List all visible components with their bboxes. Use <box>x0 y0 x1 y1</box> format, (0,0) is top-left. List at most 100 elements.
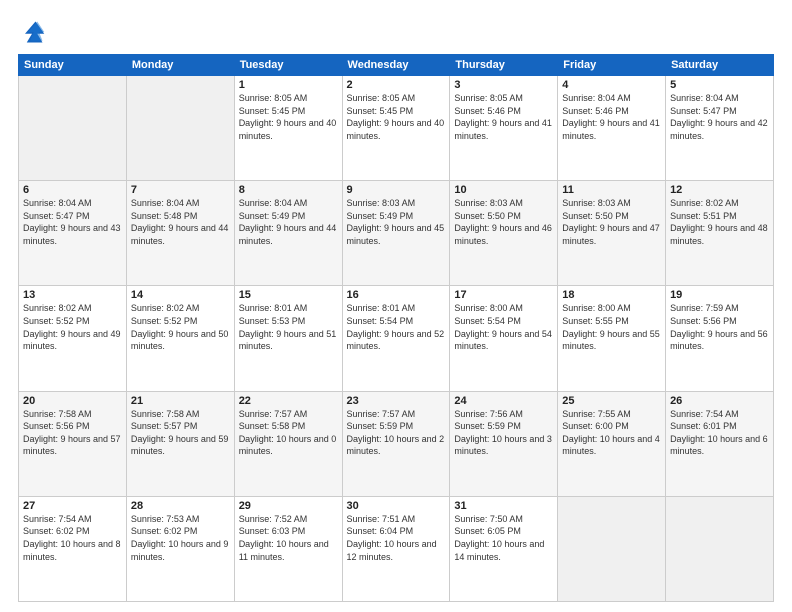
calendar-cell: 22Sunrise: 7:57 AM Sunset: 5:58 PM Dayli… <box>234 391 342 496</box>
calendar-cell: 17Sunrise: 8:00 AM Sunset: 5:54 PM Dayli… <box>450 286 558 391</box>
day-detail: Sunrise: 8:04 AM Sunset: 5:47 PM Dayligh… <box>670 92 769 142</box>
day-detail: Sunrise: 8:00 AM Sunset: 5:54 PM Dayligh… <box>454 302 553 352</box>
calendar-cell: 9Sunrise: 8:03 AM Sunset: 5:49 PM Daylig… <box>342 181 450 286</box>
calendar-cell: 23Sunrise: 7:57 AM Sunset: 5:59 PM Dayli… <box>342 391 450 496</box>
logo-icon <box>18 18 46 46</box>
calendar-cell: 16Sunrise: 8:01 AM Sunset: 5:54 PM Dayli… <box>342 286 450 391</box>
day-detail: Sunrise: 7:54 AM Sunset: 6:01 PM Dayligh… <box>670 408 769 458</box>
day-number: 27 <box>23 500 122 512</box>
calendar-cell: 18Sunrise: 8:00 AM Sunset: 5:55 PM Dayli… <box>558 286 666 391</box>
day-number: 7 <box>131 184 230 196</box>
calendar-week-row: 1Sunrise: 8:05 AM Sunset: 5:45 PM Daylig… <box>19 76 774 181</box>
page: SundayMondayTuesdayWednesdayThursdayFrid… <box>0 0 792 612</box>
calendar-cell: 15Sunrise: 8:01 AM Sunset: 5:53 PM Dayli… <box>234 286 342 391</box>
day-detail: Sunrise: 7:53 AM Sunset: 6:02 PM Dayligh… <box>131 513 230 563</box>
day-number: 4 <box>562 79 661 91</box>
weekday-header: Sunday <box>19 55 127 76</box>
day-detail: Sunrise: 8:04 AM Sunset: 5:49 PM Dayligh… <box>239 197 338 247</box>
calendar-cell <box>666 496 774 601</box>
day-detail: Sunrise: 8:00 AM Sunset: 5:55 PM Dayligh… <box>562 302 661 352</box>
weekday-header: Tuesday <box>234 55 342 76</box>
calendar-cell: 1Sunrise: 8:05 AM Sunset: 5:45 PM Daylig… <box>234 76 342 181</box>
calendar-week-row: 27Sunrise: 7:54 AM Sunset: 6:02 PM Dayli… <box>19 496 774 601</box>
day-detail: Sunrise: 8:03 AM Sunset: 5:49 PM Dayligh… <box>347 197 446 247</box>
calendar-header-row: SundayMondayTuesdayWednesdayThursdayFrid… <box>19 55 774 76</box>
calendar-cell: 4Sunrise: 8:04 AM Sunset: 5:46 PM Daylig… <box>558 76 666 181</box>
calendar-cell: 12Sunrise: 8:02 AM Sunset: 5:51 PM Dayli… <box>666 181 774 286</box>
day-number: 30 <box>347 500 446 512</box>
calendar-cell: 3Sunrise: 8:05 AM Sunset: 5:46 PM Daylig… <box>450 76 558 181</box>
calendar-cell: 25Sunrise: 7:55 AM Sunset: 6:00 PM Dayli… <box>558 391 666 496</box>
header <box>18 18 774 46</box>
day-number: 10 <box>454 184 553 196</box>
calendar-cell: 27Sunrise: 7:54 AM Sunset: 6:02 PM Dayli… <box>19 496 127 601</box>
calendar-cell: 14Sunrise: 8:02 AM Sunset: 5:52 PM Dayli… <box>126 286 234 391</box>
calendar-week-row: 20Sunrise: 7:58 AM Sunset: 5:56 PM Dayli… <box>19 391 774 496</box>
weekday-header: Wednesday <box>342 55 450 76</box>
day-number: 19 <box>670 289 769 301</box>
calendar-cell: 31Sunrise: 7:50 AM Sunset: 6:05 PM Dayli… <box>450 496 558 601</box>
calendar-cell: 7Sunrise: 8:04 AM Sunset: 5:48 PM Daylig… <box>126 181 234 286</box>
calendar-table: SundayMondayTuesdayWednesdayThursdayFrid… <box>18 54 774 602</box>
logo <box>18 18 50 46</box>
weekday-header: Thursday <box>450 55 558 76</box>
day-number: 23 <box>347 395 446 407</box>
day-detail: Sunrise: 8:03 AM Sunset: 5:50 PM Dayligh… <box>562 197 661 247</box>
calendar-cell: 29Sunrise: 7:52 AM Sunset: 6:03 PM Dayli… <box>234 496 342 601</box>
day-number: 22 <box>239 395 338 407</box>
calendar-cell: 2Sunrise: 8:05 AM Sunset: 5:45 PM Daylig… <box>342 76 450 181</box>
day-number: 31 <box>454 500 553 512</box>
weekday-header: Saturday <box>666 55 774 76</box>
calendar-week-row: 13Sunrise: 8:02 AM Sunset: 5:52 PM Dayli… <box>19 286 774 391</box>
day-number: 8 <box>239 184 338 196</box>
day-number: 13 <box>23 289 122 301</box>
day-detail: Sunrise: 8:05 AM Sunset: 5:45 PM Dayligh… <box>347 92 446 142</box>
day-detail: Sunrise: 7:58 AM Sunset: 5:56 PM Dayligh… <box>23 408 122 458</box>
calendar-cell <box>19 76 127 181</box>
calendar-cell: 26Sunrise: 7:54 AM Sunset: 6:01 PM Dayli… <box>666 391 774 496</box>
day-detail: Sunrise: 7:55 AM Sunset: 6:00 PM Dayligh… <box>562 408 661 458</box>
day-number: 24 <box>454 395 553 407</box>
day-detail: Sunrise: 8:05 AM Sunset: 5:46 PM Dayligh… <box>454 92 553 142</box>
day-number: 12 <box>670 184 769 196</box>
calendar-cell: 19Sunrise: 7:59 AM Sunset: 5:56 PM Dayli… <box>666 286 774 391</box>
day-detail: Sunrise: 7:51 AM Sunset: 6:04 PM Dayligh… <box>347 513 446 563</box>
calendar-cell: 10Sunrise: 8:03 AM Sunset: 5:50 PM Dayli… <box>450 181 558 286</box>
day-number: 14 <box>131 289 230 301</box>
day-number: 5 <box>670 79 769 91</box>
weekday-header: Monday <box>126 55 234 76</box>
day-number: 28 <box>131 500 230 512</box>
day-detail: Sunrise: 8:04 AM Sunset: 5:47 PM Dayligh… <box>23 197 122 247</box>
day-detail: Sunrise: 8:04 AM Sunset: 5:48 PM Dayligh… <box>131 197 230 247</box>
day-detail: Sunrise: 8:04 AM Sunset: 5:46 PM Dayligh… <box>562 92 661 142</box>
day-number: 3 <box>454 79 553 91</box>
day-number: 29 <box>239 500 338 512</box>
calendar-cell: 5Sunrise: 8:04 AM Sunset: 5:47 PM Daylig… <box>666 76 774 181</box>
day-number: 11 <box>562 184 661 196</box>
calendar-cell: 24Sunrise: 7:56 AM Sunset: 5:59 PM Dayli… <box>450 391 558 496</box>
day-number: 17 <box>454 289 553 301</box>
day-detail: Sunrise: 8:02 AM Sunset: 5:52 PM Dayligh… <box>131 302 230 352</box>
day-detail: Sunrise: 7:50 AM Sunset: 6:05 PM Dayligh… <box>454 513 553 563</box>
calendar-cell: 11Sunrise: 8:03 AM Sunset: 5:50 PM Dayli… <box>558 181 666 286</box>
calendar-week-row: 6Sunrise: 8:04 AM Sunset: 5:47 PM Daylig… <box>19 181 774 286</box>
day-number: 26 <box>670 395 769 407</box>
calendar-cell: 8Sunrise: 8:04 AM Sunset: 5:49 PM Daylig… <box>234 181 342 286</box>
day-number: 16 <box>347 289 446 301</box>
day-detail: Sunrise: 8:02 AM Sunset: 5:51 PM Dayligh… <box>670 197 769 247</box>
day-number: 20 <box>23 395 122 407</box>
day-detail: Sunrise: 7:54 AM Sunset: 6:02 PM Dayligh… <box>23 513 122 563</box>
calendar-cell <box>126 76 234 181</box>
day-detail: Sunrise: 7:58 AM Sunset: 5:57 PM Dayligh… <box>131 408 230 458</box>
calendar-cell: 13Sunrise: 8:02 AM Sunset: 5:52 PM Dayli… <box>19 286 127 391</box>
day-detail: Sunrise: 8:05 AM Sunset: 5:45 PM Dayligh… <box>239 92 338 142</box>
day-number: 6 <box>23 184 122 196</box>
calendar-cell: 6Sunrise: 8:04 AM Sunset: 5:47 PM Daylig… <box>19 181 127 286</box>
day-detail: Sunrise: 7:59 AM Sunset: 5:56 PM Dayligh… <box>670 302 769 352</box>
day-number: 18 <box>562 289 661 301</box>
day-detail: Sunrise: 8:02 AM Sunset: 5:52 PM Dayligh… <box>23 302 122 352</box>
calendar-cell: 28Sunrise: 7:53 AM Sunset: 6:02 PM Dayli… <box>126 496 234 601</box>
day-detail: Sunrise: 7:56 AM Sunset: 5:59 PM Dayligh… <box>454 408 553 458</box>
day-detail: Sunrise: 8:03 AM Sunset: 5:50 PM Dayligh… <box>454 197 553 247</box>
day-detail: Sunrise: 7:57 AM Sunset: 5:58 PM Dayligh… <box>239 408 338 458</box>
